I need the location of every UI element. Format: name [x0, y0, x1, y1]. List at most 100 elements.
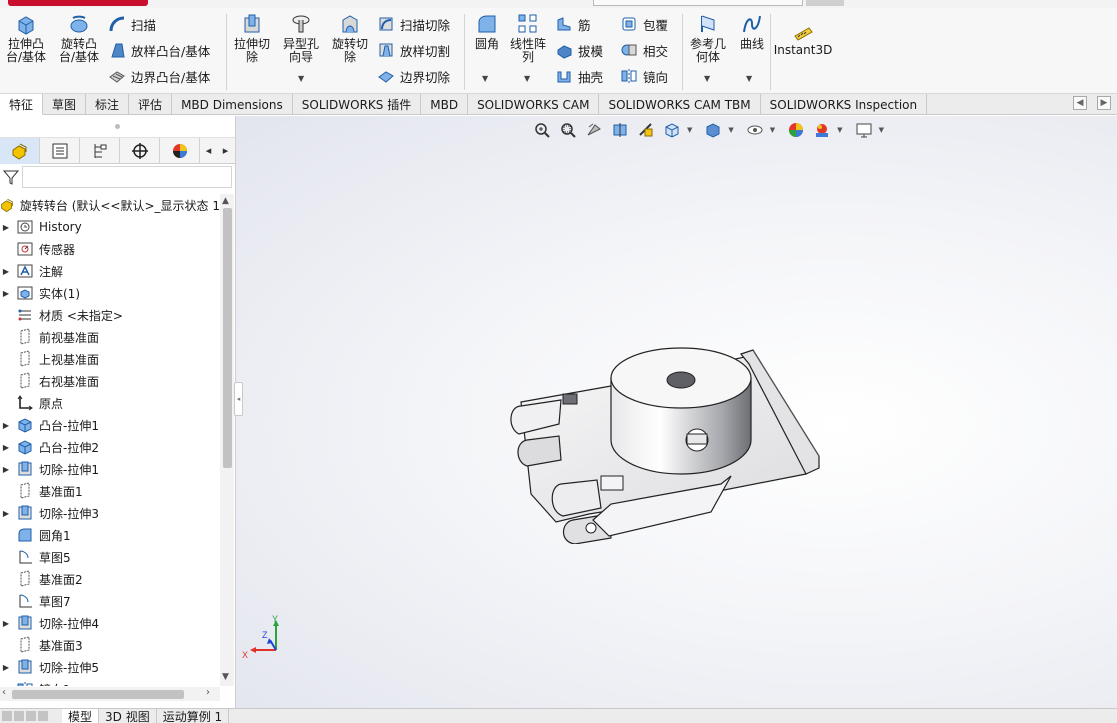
vertical-scroll-thumb[interactable] [223, 208, 232, 468]
tab-6[interactable]: MBD [421, 94, 469, 115]
apply-scene-button[interactable] [811, 120, 833, 140]
tree-item[interactable]: ▶ 切除-拉伸4 [0, 612, 220, 634]
tree-item[interactable]: 基准面1 [0, 480, 220, 502]
boundary-cut-button[interactable]: 边界切除 [377, 65, 450, 87]
tree-item[interactable]: 右视基准面 [0, 370, 220, 392]
tree-item[interactable]: ▶ 切除-拉伸5 [0, 656, 220, 678]
hide-show-items-button[interactable] [744, 120, 766, 140]
instant3d-button[interactable]: Instant3D [774, 24, 832, 57]
tree-item[interactable]: ▶ 凸台-拉伸2 [0, 436, 220, 458]
tree-item[interactable]: ▶ 切除-拉伸3 [0, 502, 220, 524]
panel-grip[interactable] [0, 116, 235, 138]
expand-arrow-icon[interactable]: ▶ [0, 267, 12, 276]
tree-root-part[interactable]: 旋转转台 (默认<<默认>_显示状态 1 [0, 194, 220, 216]
tab-0[interactable]: 特征 [0, 94, 44, 115]
bottom-tab-scroll[interactable] [0, 709, 62, 723]
tab-8[interactable]: SOLIDWORKS CAM TBM [599, 94, 761, 115]
reference-geometry-dropdown[interactable]: ▼ [704, 74, 710, 83]
tree-item[interactable]: 材质 <未指定> [0, 304, 220, 326]
mirror-button[interactable]: 镜向 [620, 65, 668, 87]
shell-button[interactable]: 抽壳 [555, 65, 603, 87]
expand-arrow-icon[interactable]: ▶ [0, 619, 12, 628]
view-orientation-button[interactable] [661, 120, 683, 140]
expand-arrow-icon[interactable]: ▶ [0, 289, 12, 298]
zoom-to-area-button[interactable] [557, 120, 579, 140]
tab-scroll-left-button[interactable]: ◀ [1073, 96, 1087, 110]
filter-icon[interactable] [2, 168, 20, 186]
tab-7[interactable]: SOLIDWORKS CAM [468, 94, 600, 115]
rib-button[interactable]: 筋 [555, 13, 591, 35]
tree-item[interactable]: ▶ History [0, 216, 220, 238]
swept-cut-button[interactable]: 扫描切除 [377, 13, 450, 35]
display-style-button[interactable] [702, 120, 724, 140]
curves-dropdown[interactable]: ▼ [746, 74, 752, 83]
tree-item[interactable]: 前视基准面 [0, 326, 220, 348]
bottom-tab-0[interactable]: 模型 [62, 709, 100, 723]
tab-configuration-manager[interactable] [80, 138, 120, 164]
tree-item[interactable]: ▶ 凸台-拉伸1 [0, 414, 220, 436]
section-view-button[interactable] [609, 120, 631, 140]
view-orientation-dropdown[interactable]: ▼ [687, 126, 692, 134]
tree-item[interactable]: 基准面3 [0, 634, 220, 656]
fillet-dropdown[interactable]: ▼ [482, 74, 488, 83]
tree-item[interactable]: 原点 [0, 392, 220, 414]
tab-3[interactable]: 评估 [129, 94, 173, 115]
hide-show-dropdown[interactable]: ▼ [770, 126, 775, 134]
linear-pattern-button[interactable]: 线性阵 列 [508, 12, 548, 64]
tab-2[interactable]: 标注 [86, 94, 130, 115]
tree-item[interactable]: 传感器 [0, 238, 220, 260]
expand-arrow-icon[interactable]: ▶ [0, 663, 12, 672]
tab-scroll-right-button[interactable]: ▶ [1097, 96, 1111, 110]
expand-arrow-icon[interactable]: ▶ [0, 223, 12, 232]
search-box[interactable] [593, 0, 803, 6]
sweep-button[interactable]: 扫描 [108, 13, 156, 35]
tree-item[interactable]: ▶ 注解 [0, 260, 220, 282]
tab-feature-manager[interactable] [0, 138, 40, 164]
view-settings-button[interactable] [853, 120, 875, 140]
linear-pattern-dropdown[interactable]: ▼ [524, 74, 530, 83]
horizontal-scroll-thumb[interactable] [12, 690, 184, 699]
intersect-button[interactable]: 相交 [620, 39, 668, 61]
tree-item[interactable]: 草图5 [0, 546, 220, 568]
tab-1[interactable]: 草图 [43, 94, 87, 115]
tree-item[interactable]: ▶ 实体(1) [0, 282, 220, 304]
edit-appearance-button[interactable] [785, 120, 807, 140]
draft-button[interactable]: 拔模 [555, 39, 603, 61]
view-settings-dropdown[interactable]: ▼ [879, 126, 884, 134]
tree-item[interactable]: 基准面2 [0, 568, 220, 590]
tree-item[interactable]: 上视基准面 [0, 348, 220, 370]
expand-arrow-icon[interactable]: ▶ [0, 421, 12, 430]
tree-item[interactable]: ▶ 切除-拉伸1 [0, 458, 220, 480]
tab-property-manager[interactable] [40, 138, 80, 164]
tree-vertical-scrollbar[interactable]: ▲ ▼ [220, 194, 234, 686]
filter-input[interactable] [22, 166, 232, 188]
tab-5[interactable]: SOLIDWORKS 插件 [293, 94, 422, 115]
manager-tab-scroll[interactable]: ◂ ▸ [200, 138, 234, 163]
apply-scene-dropdown[interactable]: ▼ [837, 126, 842, 134]
wrap-button[interactable]: 包覆 [620, 13, 668, 35]
bottom-tab-2[interactable]: 运动算例 1 [157, 709, 230, 723]
hole-wizard-dropdown[interactable]: ▼ [298, 74, 304, 83]
previous-view-button[interactable] [583, 120, 605, 140]
revolve-boss-button[interactable]: 旋转凸 台/基体 [56, 12, 102, 64]
bottom-tab-1[interactable]: 3D 视图 [99, 709, 157, 723]
search-button[interactable] [806, 0, 844, 6]
revolve-cut-button[interactable]: 旋转切 除 [328, 12, 372, 64]
display-style-dropdown[interactable]: ▼ [728, 126, 733, 134]
panel-collapse-handle[interactable]: ◂ [234, 382, 243, 416]
curves-button[interactable]: 曲线 [736, 12, 768, 51]
expand-arrow-icon[interactable]: ▶ [0, 443, 12, 452]
tab-9[interactable]: SOLIDWORKS Inspection [761, 94, 928, 115]
expand-arrow-icon[interactable]: ▶ [0, 509, 12, 518]
extrude-cut-button[interactable]: 拉伸切 除 [230, 12, 274, 64]
tab-dimxpert-manager[interactable] [120, 138, 160, 164]
reference-geometry-button[interactable]: 参考几 何体 [686, 12, 730, 64]
lofted-cut-button[interactable]: 放样切割 [377, 39, 450, 61]
boundary-boss-button[interactable]: 边界凸台/基体 [108, 65, 210, 87]
extrude-boss-button[interactable]: 拉伸凸 台/基体 [4, 12, 48, 64]
tree-horizontal-scrollbar[interactable]: ‹ › [0, 687, 220, 701]
tab-4[interactable]: MBD Dimensions [172, 94, 293, 115]
dynamic-annotation-button[interactable] [635, 120, 657, 140]
fillet-button[interactable]: 圆角 [470, 12, 504, 51]
graphics-area[interactable]: ▼ ▼ ▼ ▼ ▼ X Y Z [236, 116, 1117, 708]
